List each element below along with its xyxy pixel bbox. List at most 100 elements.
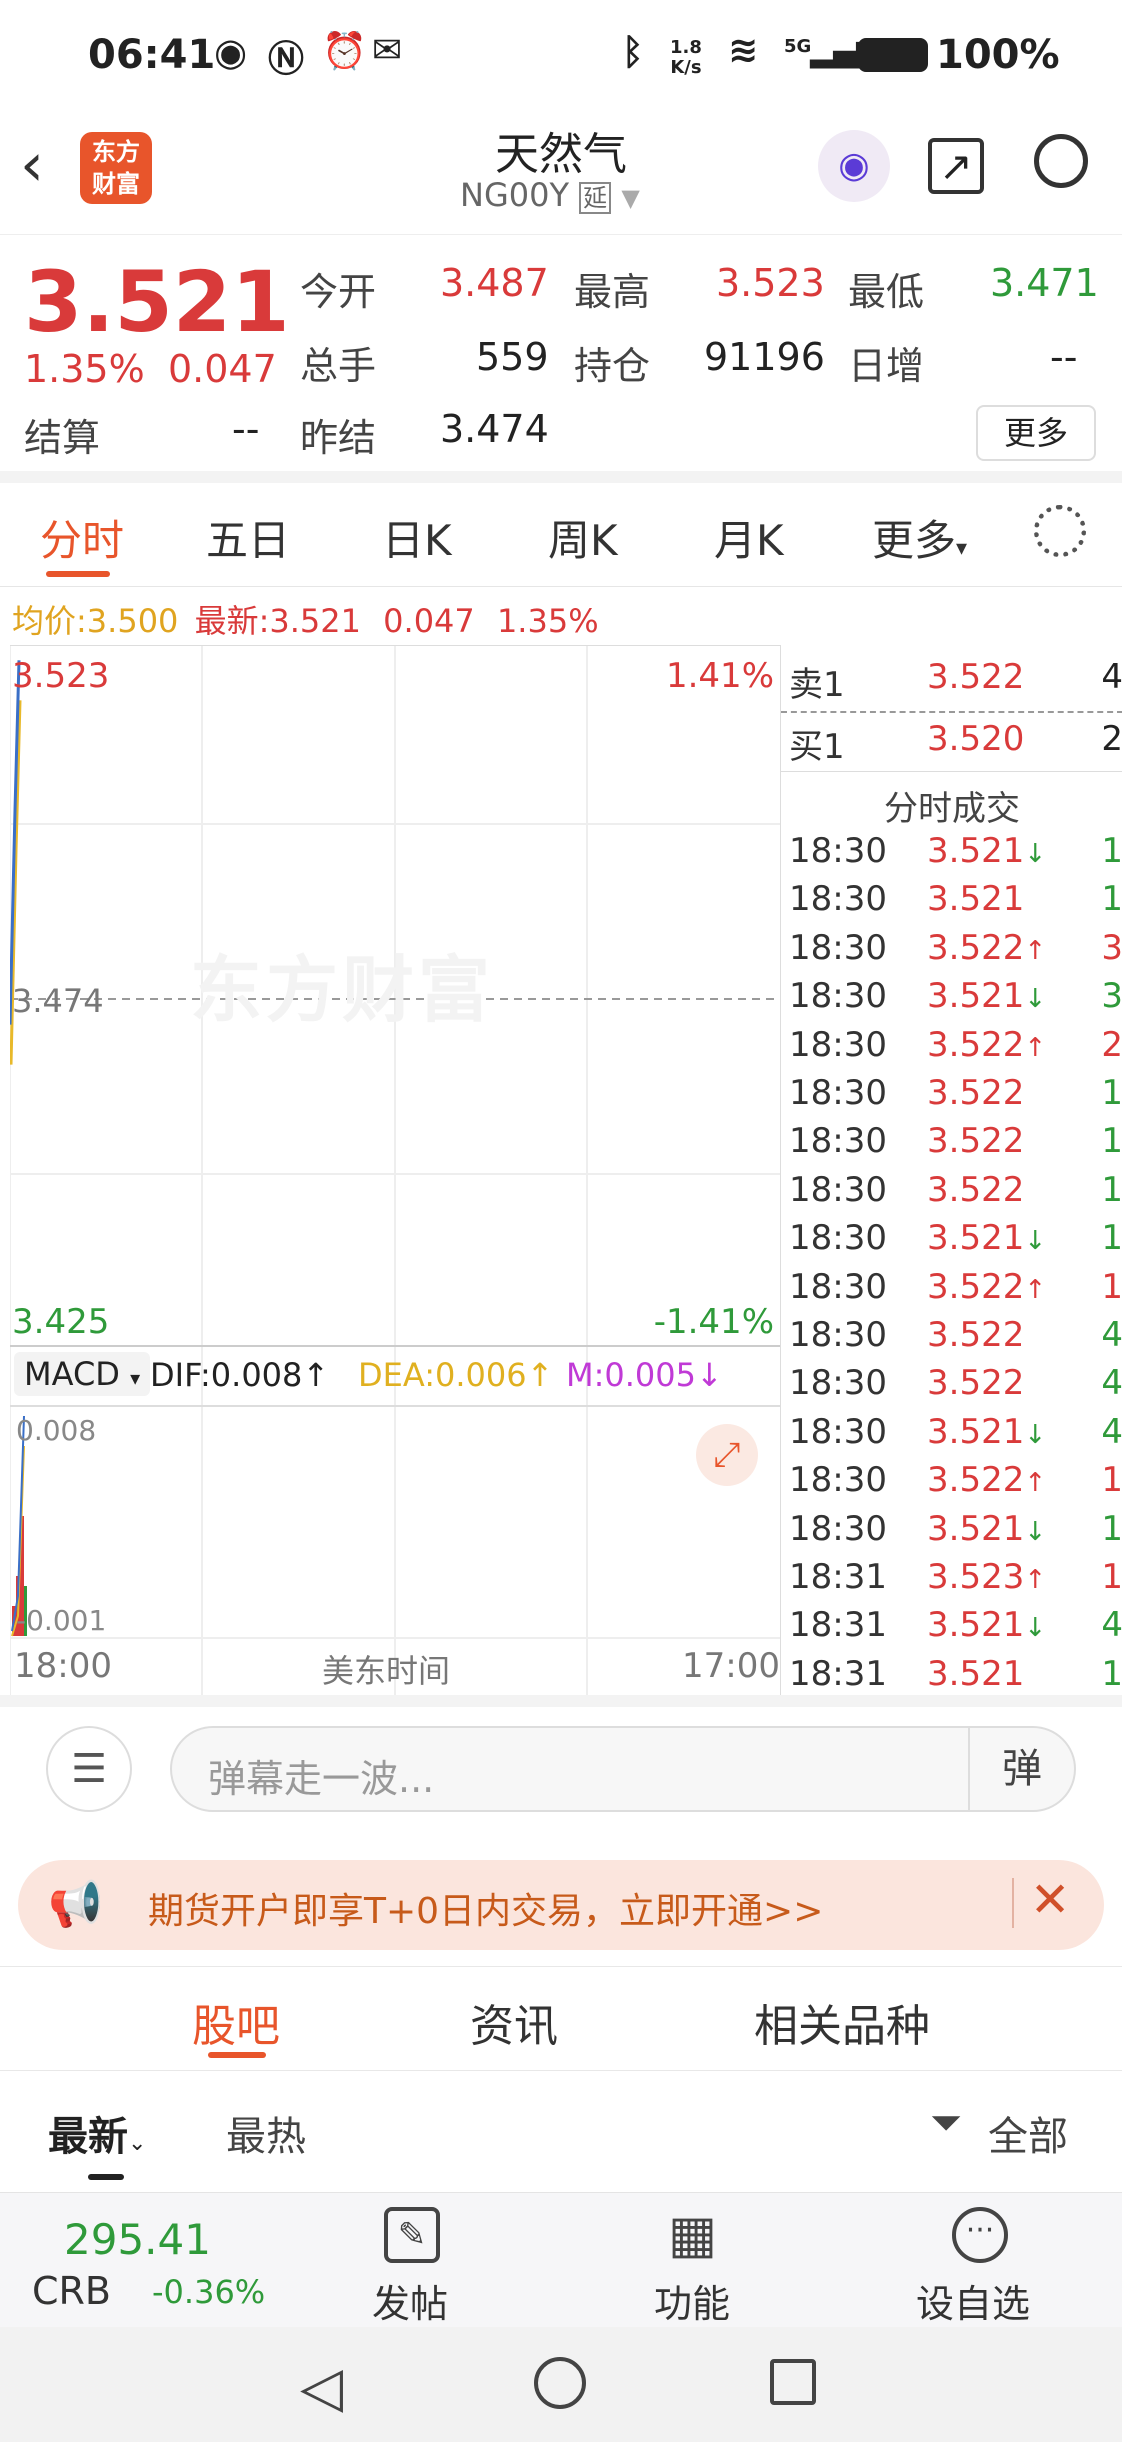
gear-icon[interactable]	[1034, 505, 1086, 557]
trade-time: 18:30	[789, 1218, 887, 1259]
danmu-button[interactable]: 弹	[968, 1728, 1074, 1810]
clock: 06:41	[88, 32, 216, 78]
chart-area[interactable]: 东方财富 3.523 1.41% 3.474 3.425 -1.41% MACD…	[8, 645, 780, 1696]
trade-volume: 1	[1101, 1460, 1122, 1501]
more-button[interactable]: 更多	[976, 405, 1096, 461]
macd-selector[interactable]: MACD ▾	[14, 1352, 151, 1396]
promo-banner[interactable]: 📢 期货开户即享T+0日内交易，立即开通>> ✕	[18, 1860, 1104, 1950]
add-watchlist-button[interactable]: 设自选	[916, 2273, 1030, 2328]
trade-volume: 4	[1101, 1605, 1122, 1646]
trade-row: 18:31 3.523↑ 1	[789, 1557, 1122, 1605]
divider	[781, 771, 1122, 772]
trade-volume: 4	[1101, 1411, 1122, 1452]
share-icon[interactable]: ↗	[928, 138, 984, 194]
trade-row: 18:30 3.522↑ 3	[789, 928, 1122, 976]
value-volume: 559	[476, 335, 549, 379]
macd-bars	[11, 1415, 27, 1637]
assistant-avatar[interactable]: ◉	[818, 130, 890, 202]
tab-related[interactable]: 相关品种	[754, 1990, 930, 2054]
sort-latest[interactable]: 最新⌄	[48, 2104, 146, 2162]
m-value: M:0.005↓	[566, 1356, 723, 1394]
bluetooth-icon: ᛒ	[622, 32, 644, 73]
tab-intraday[interactable]: 分时	[40, 507, 124, 568]
index-value[interactable]: 295.41	[64, 2215, 211, 2264]
function-button[interactable]: 功能	[654, 2273, 730, 2328]
close-icon[interactable]: ✕	[1030, 1872, 1070, 1928]
label-prev-settle: 昨结	[300, 416, 377, 460]
danmu-settings-icon[interactable]: ☰	[46, 1726, 132, 1812]
tab-five-day[interactable]: 五日	[206, 507, 290, 568]
value-open: 3.487	[440, 261, 549, 305]
chart-top-price: 3.523	[12, 656, 110, 696]
trade-time: 18:30	[789, 1460, 887, 1501]
system-nav-bar: ◁	[0, 2327, 1122, 2442]
sell-1-row: 卖1 3.522 4	[789, 657, 1122, 705]
change-pct: 1.35%	[24, 347, 145, 391]
dea-value: DEA:0.006↑	[358, 1356, 554, 1394]
value-settle: --	[232, 407, 260, 451]
order-book: 卖1 3.522 4 买1 3.520 2 分时成交 18:30 3.521↓ 1 18:30…	[780, 645, 1122, 1695]
last-price: 3.521	[24, 253, 290, 351]
sort-indicator	[88, 2174, 124, 2180]
trade-volume: 1	[1101, 1073, 1122, 1113]
trade-time: 18:31	[789, 1605, 887, 1646]
tab-monthly-k[interactable]: 月K	[714, 507, 784, 568]
chart-info-line: 均价:3.500 最新:3.521 0.047 1.35%	[12, 602, 599, 640]
trade-volume: 4	[1101, 1315, 1122, 1355]
sort-hot[interactable]: 最热	[226, 2104, 306, 2162]
trade-volume: 1	[1101, 1121, 1122, 1162]
trade-row: 18:30 3.522 4	[789, 1315, 1122, 1363]
tab-more[interactable]: 更多▾	[872, 507, 967, 568]
symbol-code[interactable]: NG00Y 延 ▼	[460, 176, 640, 214]
period-tabs: 分时 五日 日K 周K 月K 更多▾	[0, 483, 1122, 587]
trade-price: 3.522	[927, 1315, 1025, 1355]
value-open-interest: 91196	[704, 335, 825, 379]
label-low: 最低	[848, 270, 925, 314]
trade-row: 18:30 3.521↓ 4	[789, 1412, 1122, 1460]
label-settle: 结算	[24, 416, 101, 460]
index-name[interactable]: CRB	[32, 2269, 111, 2313]
value-prev-settle: 3.474	[440, 407, 549, 451]
tab-daily-k[interactable]: 日K	[382, 507, 452, 568]
tab-weekly-k[interactable]: 周K	[548, 507, 618, 568]
trade-price: 3.523↑	[927, 1557, 1047, 1597]
trade-row: 18:30 3.522↑ 2	[789, 1025, 1122, 1073]
home-nav-icon[interactable]	[534, 2357, 586, 2409]
trade-volume: 3	[1101, 976, 1122, 1017]
wifi-icon: ≋	[728, 30, 759, 71]
back-nav-icon[interactable]: ◁	[300, 2355, 343, 2420]
value-low: 3.471	[990, 261, 1099, 305]
trade-time: 18:30	[789, 879, 887, 920]
trade-time: 18:30	[789, 1024, 887, 1065]
filter-all[interactable]: 全部	[988, 2104, 1068, 2162]
filter-icon[interactable]: ⏷	[930, 2100, 962, 2146]
danmu-input[interactable]: 弹幕走一波... 弹	[170, 1726, 1076, 1812]
post-button[interactable]: 发帖	[372, 2273, 448, 2328]
nfc-icon: Ⓝ	[268, 39, 305, 80]
divider	[1012, 1878, 1014, 1928]
trade-price: 3.521↓	[927, 1605, 1047, 1646]
trade-price: 3.522↑	[927, 927, 1047, 968]
dif-value: DIF:0.008↑	[150, 1356, 330, 1394]
net-speed: 1.8 K/s	[670, 37, 702, 78]
recents-nav-icon[interactable]	[770, 2359, 816, 2405]
trade-volume: 2	[1101, 1024, 1122, 1065]
label-open-interest: 持仓	[574, 344, 651, 388]
divider	[0, 1966, 1122, 1967]
change-amount: 0.047	[168, 347, 277, 391]
eye-icon: ◉	[214, 30, 248, 74]
edit-icon[interactable]: ✎	[384, 2207, 440, 2263]
grid-icon[interactable]: ▦	[668, 2205, 717, 2265]
trade-volume: 1	[1101, 1508, 1122, 1549]
expand-icon[interactable]: ⤢	[696, 1424, 758, 1486]
more-icon[interactable]: ···	[952, 2207, 1008, 2263]
trade-price: 3.521	[927, 879, 1025, 920]
search-icon[interactable]	[1034, 134, 1088, 188]
tab-news[interactable]: 资讯	[470, 1990, 558, 2054]
tab-forum[interactable]: 股吧	[192, 1990, 280, 2054]
trade-price: 3.521↓	[927, 831, 1047, 871]
label-open: 今开	[300, 270, 377, 314]
trade-row: 18:30 3.521↓ 1	[789, 1218, 1122, 1266]
trade-price: 3.521↓	[927, 1218, 1047, 1259]
battery-percent: 100%	[936, 32, 1060, 78]
